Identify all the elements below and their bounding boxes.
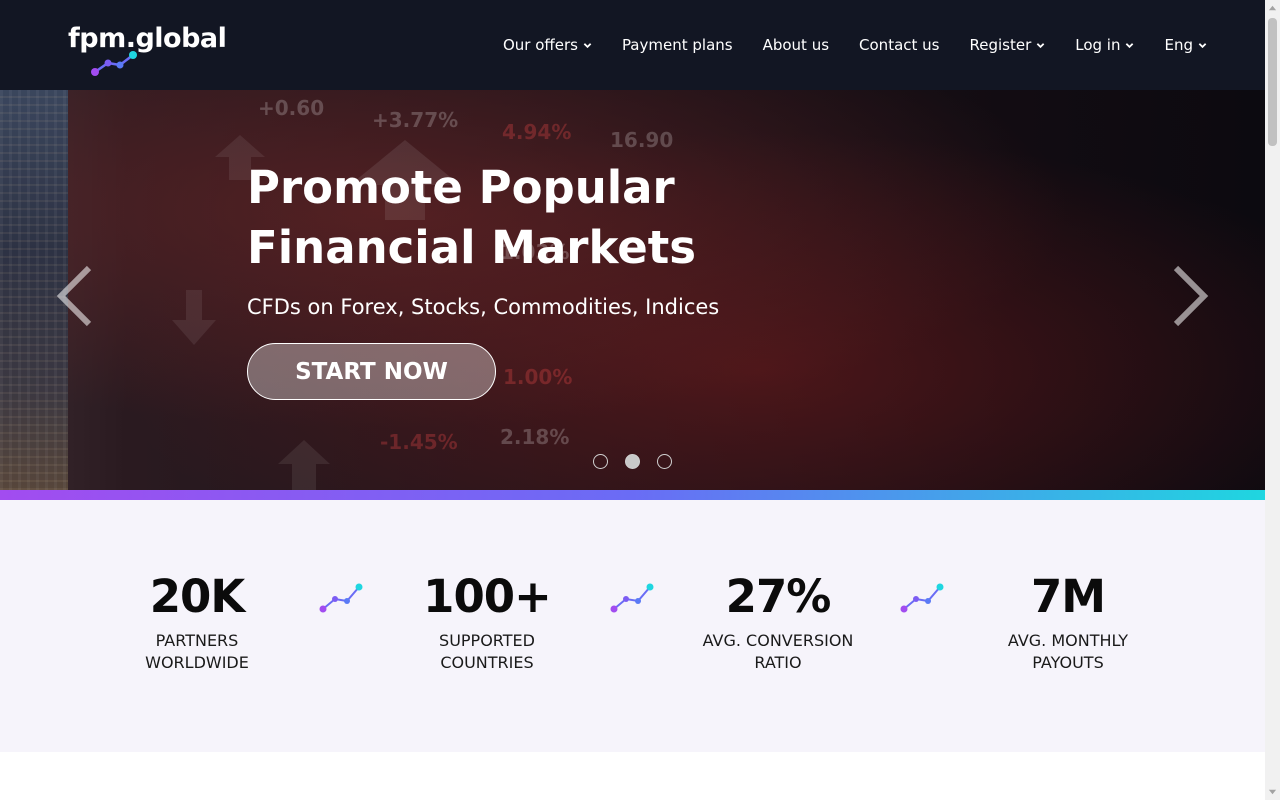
carousel-next-arrow-icon[interactable] xyxy=(1170,264,1210,328)
bg-ticker: 16.90 xyxy=(610,128,674,152)
hero-title: Promote Popular Financial Markets xyxy=(247,161,697,274)
stat-partners: 20K PARTNERS WORLDWIDE xyxy=(97,570,297,674)
growth-chart-icon xyxy=(319,583,363,613)
stats-section: 20K PARTNERS WORLDWIDE 100+ SUPPORTED CO… xyxy=(0,500,1265,752)
carousel-dot-2[interactable] xyxy=(625,454,640,469)
gradient-divider xyxy=(0,490,1265,500)
logo-chart-icon xyxy=(91,51,137,76)
hero-carousel: +0.60 +3.77% 4.94% 16.90 1.03% 1.00% 2.1… xyxy=(0,90,1265,490)
nav-language[interactable]: Eng xyxy=(1164,36,1207,54)
growth-chart-icon xyxy=(900,583,944,613)
hero-subtitle: CFDs on Forex, Stocks, Commodities, Indi… xyxy=(247,295,720,319)
carousel-dot-3[interactable] xyxy=(657,454,672,469)
nav-log-in[interactable]: Log in xyxy=(1075,36,1134,54)
carousel-prev-arrow-icon[interactable] xyxy=(55,264,95,328)
stat-label: PARTNERS WORLDWIDE xyxy=(145,631,249,672)
chevron-down-icon xyxy=(1198,42,1207,48)
carousel-indicators xyxy=(593,454,672,469)
stat-label: SUPPORTED COUNTRIES xyxy=(439,631,535,672)
stat-value: 27% xyxy=(725,570,832,623)
growth-chart-icon xyxy=(610,583,654,613)
bg-ticker: 1.00% xyxy=(503,365,573,389)
stat-value: 100+ xyxy=(423,570,552,623)
bg-ticker: -1.45% xyxy=(380,430,458,454)
nav-register[interactable]: Register xyxy=(969,36,1045,54)
stat-countries: 100+ SUPPORTED COUNTRIES xyxy=(387,570,587,674)
main-nav: Our offers Payment plans About us Contac… xyxy=(503,0,1207,90)
fpm-global-logo[interactable]: fpm.global xyxy=(68,22,238,78)
site-header: fpm.global Our offers Payment plans Abou… xyxy=(0,0,1265,90)
bg-ticker: +3.77% xyxy=(372,108,459,132)
stat-value: 7M xyxy=(1030,570,1106,623)
stat-value: 20K xyxy=(149,570,246,623)
chevron-down-icon xyxy=(583,42,592,48)
scroll-down-arrow-icon[interactable] xyxy=(1268,787,1277,796)
bg-ticker: 2.18% xyxy=(500,425,570,449)
bg-ticker: +0.60 xyxy=(258,96,325,120)
nav-payment-plans[interactable]: Payment plans xyxy=(622,36,733,54)
nav-about-us[interactable]: About us xyxy=(763,36,829,54)
stat-payouts: 7M AVG. MONTHLY PAYOUTS xyxy=(968,570,1168,674)
down-arrow-decoration xyxy=(172,290,216,345)
stat-conversion: 27% AVG. CONVERSION RATIO xyxy=(678,570,878,674)
carousel-dot-1[interactable] xyxy=(593,454,608,469)
nav-our-offers[interactable]: Our offers xyxy=(503,36,592,54)
bg-ticker: 4.94% xyxy=(502,120,572,144)
chevron-down-icon xyxy=(1036,42,1045,48)
page-scrollbar[interactable] xyxy=(1265,0,1280,800)
chevron-down-icon xyxy=(1126,42,1134,48)
scroll-up-arrow-icon[interactable] xyxy=(1268,4,1277,13)
start-now-button[interactable]: START NOW xyxy=(247,343,496,400)
nav-contact-us[interactable]: Contact us xyxy=(859,36,939,54)
up-arrow-decoration xyxy=(278,440,330,490)
scrollbar-thumb[interactable] xyxy=(1268,18,1277,146)
stat-label: AVG. MONTHLY PAYOUTS xyxy=(1007,631,1129,672)
stat-label: AVG. CONVERSION RATIO xyxy=(702,631,854,672)
